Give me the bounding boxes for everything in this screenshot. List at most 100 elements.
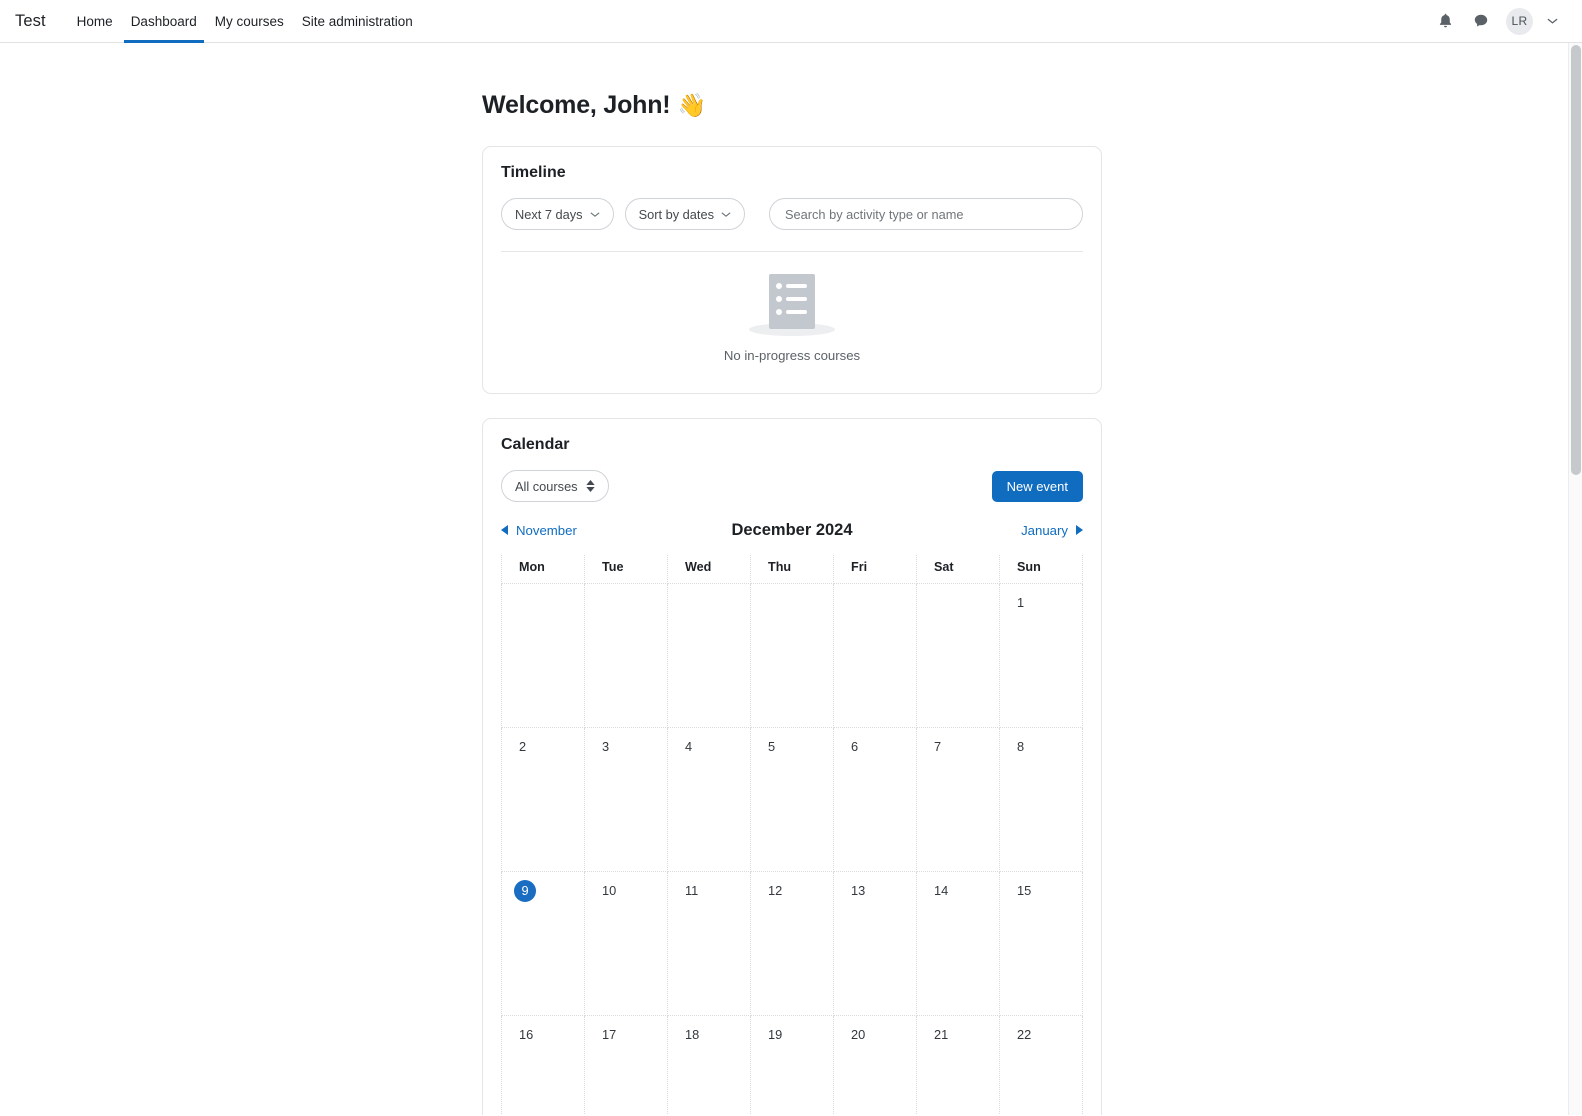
calendar-week-row: 2 3 4 5 6 7 8: [501, 727, 1083, 872]
prev-month-link[interactable]: November: [501, 523, 577, 538]
calendar-month-grid: Mon Tue Wed Thu Fri Sat Sun 1 2 3 4 5 6 7 8 9 10 1…: [501, 555, 1083, 1115]
calendar-day-number: 20: [851, 1027, 866, 1042]
calendar-day-cell[interactable]: 4: [667, 727, 751, 872]
calendar-day-cell[interactable]: 21: [916, 1015, 1000, 1115]
calendar-week-row: 16 17 18 19 20 21 22: [501, 1015, 1083, 1115]
timeline-empty-state: No in-progress courses: [501, 252, 1083, 375]
calendar-day-cell[interactable]: 20: [833, 1015, 917, 1115]
calendar-day-number: 5: [768, 739, 776, 754]
calendar-card: Calendar All courses New event November …: [482, 418, 1102, 1115]
list-document-icon: [769, 274, 815, 329]
calendar-weekday-row: Mon Tue Wed Thu Fri Sat Sun: [501, 555, 1083, 584]
calendar-day-number: 2: [519, 739, 527, 754]
weekday-tue: Tue: [584, 555, 668, 584]
nav-item-dashboard[interactable]: Dashboard: [122, 0, 206, 43]
nav-item-my-courses[interactable]: My courses: [206, 0, 293, 43]
weekday-sun: Sun: [999, 555, 1083, 584]
timeline-sort-filter[interactable]: Sort by dates: [624, 198, 745, 230]
doc-bullet: [776, 283, 782, 289]
message-bubble-icon[interactable]: [1470, 10, 1492, 32]
page-scrollbar[interactable]: [1568, 43, 1582, 1115]
calendar-day-cell[interactable]: 8: [999, 727, 1083, 872]
weekday-fri: Fri: [833, 555, 917, 584]
weekday-sat: Sat: [916, 555, 1000, 584]
prev-month-label: November: [516, 522, 577, 538]
calendar-day-cell[interactable]: 2: [501, 727, 585, 872]
calendar-day-cell[interactable]: 3: [584, 727, 668, 872]
next-month-label: January: [1021, 522, 1068, 538]
new-event-button[interactable]: New event: [991, 470, 1083, 502]
navbar-right-tools: LR: [1434, 7, 1564, 35]
calendar-weekday-header: Mon Tue Wed Thu Fri Sat Sun: [501, 555, 1083, 584]
page-body: Welcome, John! 👋 Timeline Next 7 days So…: [0, 43, 1582, 1115]
calendar-day-number: 1: [1017, 595, 1025, 610]
weekday-wed: Wed: [667, 555, 751, 584]
calendar-day-cell[interactable]: 19: [750, 1015, 834, 1115]
chevron-down-icon: [721, 211, 731, 218]
doc-line: [776, 283, 808, 289]
doc-bullet: [776, 296, 782, 302]
site-brand[interactable]: Test: [12, 12, 46, 31]
next-month-link[interactable]: January: [1021, 523, 1083, 538]
calendar-day-cell[interactable]: 5: [750, 727, 834, 872]
course-filter-label: All courses: [515, 478, 578, 494]
calendar-week-row: 9 10 11 12 13 14 15: [501, 871, 1083, 1016]
nav-item-home[interactable]: Home: [68, 0, 122, 43]
calendar-day-cell[interactable]: 9: [501, 871, 585, 1016]
top-navbar: Test Home Dashboard My courses Site admi…: [0, 0, 1582, 43]
doc-bar: [786, 284, 807, 288]
arrow-right-icon: [1076, 525, 1083, 535]
calendar-day-cell[interactable]: 1: [999, 583, 1083, 728]
calendar-day-cell[interactable]: 15: [999, 871, 1083, 1016]
calendar-empty-cell: [584, 583, 668, 728]
calendar-empty-cell: [833, 583, 917, 728]
calendar-empty-cell: [501, 583, 585, 728]
timeline-filters: Next 7 days Sort by dates: [501, 198, 1083, 230]
calendar-day-number: 15: [1017, 883, 1032, 898]
calendar-day-cell[interactable]: 11: [667, 871, 751, 1016]
doc-line: [776, 296, 808, 302]
calendar-today-number: 9: [514, 880, 536, 902]
calendar-day-number: 13: [851, 883, 866, 898]
calendar-day-cell[interactable]: 12: [750, 871, 834, 1016]
calendar-day-number: 6: [851, 739, 859, 754]
calendar-day-number: 3: [602, 739, 610, 754]
calendar-day-cell[interactable]: 16: [501, 1015, 585, 1115]
chevron-down-icon[interactable]: [1547, 17, 1558, 25]
timeline-title: Timeline: [501, 164, 566, 181]
calendar-day-number: 19: [768, 1027, 783, 1042]
calendar-day-number: 4: [685, 739, 693, 754]
search-input[interactable]: [768, 198, 1083, 230]
calendar-day-cell[interactable]: 6: [833, 727, 917, 872]
page-scrollbar-thumb[interactable]: [1571, 45, 1581, 475]
timeline-sort-filter-label: Sort by dates: [638, 206, 714, 222]
calendar-day-cell[interactable]: 7: [916, 727, 1000, 872]
calendar-day-number: 16: [519, 1027, 534, 1042]
timeline-card: Timeline Next 7 days Sort by dates Searc…: [482, 146, 1102, 394]
timeline-range-filter[interactable]: Next 7 days: [501, 198, 614, 230]
chevron-down-icon: [590, 211, 600, 218]
calendar-day-number: 17: [602, 1027, 617, 1042]
avatar[interactable]: LR: [1506, 7, 1533, 35]
calendar-day-number: 22: [1017, 1027, 1032, 1042]
welcome-text: Welcome, John!: [482, 91, 671, 119]
main-content-column: Welcome, John! 👋 Timeline Next 7 days So…: [480, 43, 1102, 1115]
waving-hand-icon: 👋: [677, 92, 706, 118]
page-title: Welcome, John! 👋: [482, 91, 1102, 120]
calendar-title: Calendar: [501, 436, 570, 453]
timeline-range-filter-label: Next 7 days: [515, 206, 583, 222]
calendar-week-row: 1: [501, 583, 1083, 728]
doc-bullet: [776, 309, 782, 315]
calendar-day-number: 14: [934, 883, 949, 898]
nav-item-site-administration[interactable]: Site administration: [293, 0, 422, 43]
calendar-day-cell[interactable]: 13: [833, 871, 917, 1016]
calendar-day-cell[interactable]: 18: [667, 1015, 751, 1115]
calendar-day-cell[interactable]: 22: [999, 1015, 1083, 1115]
course-filter-select[interactable]: All courses: [501, 470, 609, 502]
calendar-day-cell[interactable]: 10: [584, 871, 668, 1016]
calendar-day-cell[interactable]: 14: [916, 871, 1000, 1016]
calendar-day-cell[interactable]: 17: [584, 1015, 668, 1115]
arrow-left-icon: [501, 525, 508, 535]
calendar-day-number: 8: [1017, 739, 1025, 754]
bell-icon[interactable]: [1434, 10, 1456, 32]
